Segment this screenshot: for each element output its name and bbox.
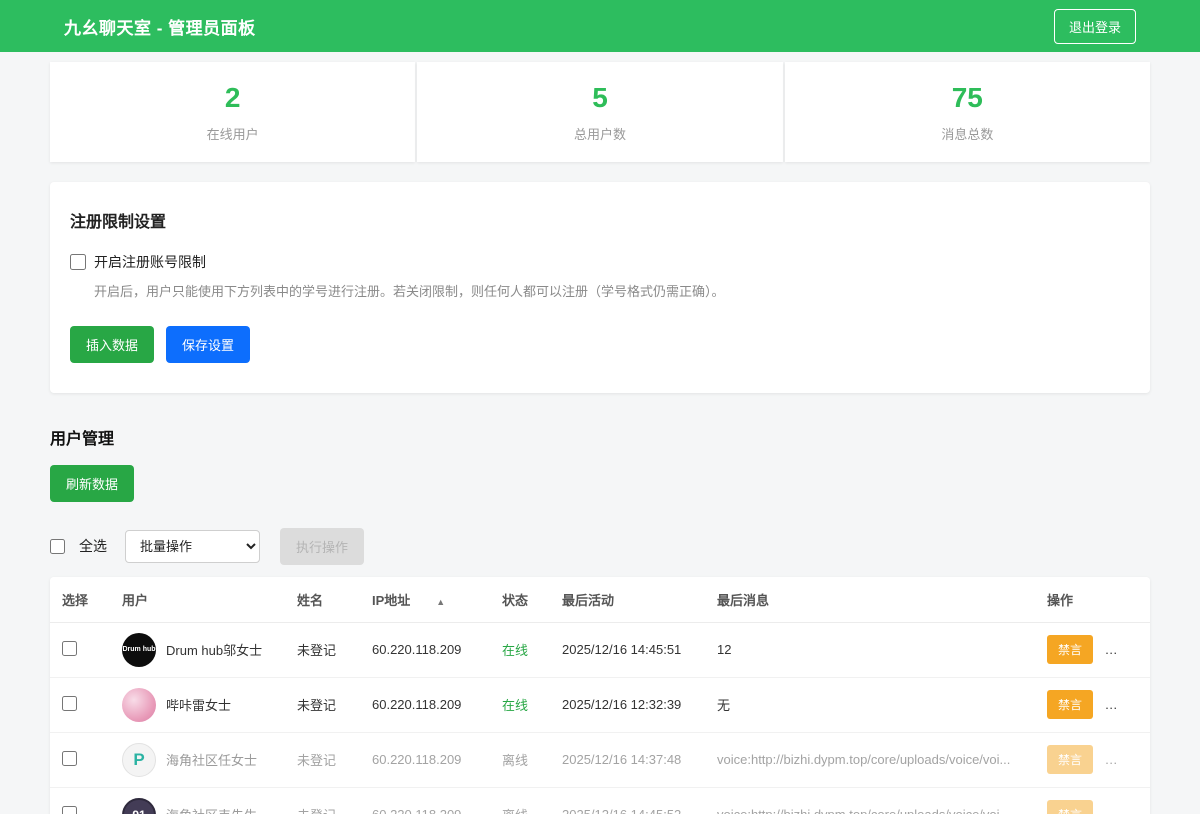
header-select: 选择 [50, 577, 110, 623]
real-name: 未登记 [285, 732, 360, 787]
status-badge: 离线 [490, 732, 550, 787]
ip-address: 60.220.118.209 [360, 622, 490, 677]
header-last-active: 最后活动 [550, 577, 705, 623]
stat-card-total-users: 5 总用户数 [417, 62, 782, 162]
user-management-section: 用户管理 刷新数据 全选 批量操作 执行操作 选择 用户 姓名 [50, 425, 1150, 814]
row-select-checkbox[interactable] [62, 641, 77, 656]
header-user: 用户 [110, 577, 285, 623]
refresh-data-button[interactable]: 刷新数据 [50, 465, 134, 502]
last-message: voice:http://bizhi.dypm.top/core/uploads… [705, 732, 1035, 787]
table-row: Drum hub Drum hub邬女士 未登记 60.220.118.209 … [50, 622, 1150, 677]
registration-settings-card: 注册限制设置 开启注册账号限制 开启后，用户只能使用下方列表中的学号进行注册。若… [50, 182, 1150, 393]
logout-button[interactable]: 退出登录 [1054, 9, 1136, 44]
stat-label: 总用户数 [574, 124, 626, 143]
header-ip[interactable]: IP地址 ▲ [360, 577, 490, 623]
mute-button[interactable]: 禁言 [1047, 745, 1093, 774]
header-last-message: 最后消息 [705, 577, 1035, 623]
ip-address: 60.220.118.209 [360, 677, 490, 732]
stat-card-total-messages: 75 消息总数 [785, 62, 1150, 162]
select-all-label[interactable]: 全选 [79, 536, 107, 556]
user-management-title: 用户管理 [50, 425, 1150, 449]
stat-card-online-users: 2 在线用户 [50, 62, 415, 162]
stat-label: 消息总数 [941, 124, 993, 143]
avatar: 91 [122, 798, 156, 814]
real-name: 未登记 [285, 677, 360, 732]
username: Drum hub邬女士 [166, 640, 262, 659]
row-select-checkbox[interactable] [62, 751, 77, 766]
real-name: 未登记 [285, 622, 360, 677]
ip-address: 60.220.118.209 [360, 787, 490, 814]
registration-limit-label[interactable]: 开启注册账号限制 [94, 252, 206, 272]
avatar: Drum hub [122, 633, 156, 667]
bulk-controls-row: 全选 批量操作 执行操作 [50, 528, 1150, 565]
app-header: 九幺聊天室 - 管理员面板 退出登录 [0, 0, 1200, 52]
select-all-checkbox[interactable] [50, 539, 65, 554]
delete-button[interactable]: 删除 [1105, 800, 1150, 814]
status-badge: 离线 [490, 787, 550, 814]
last-message: voice:http://bizhi.dypm.top/core/uploads… [705, 787, 1035, 814]
ip-address: 60.220.118.209 [360, 732, 490, 787]
delete-button[interactable]: 删除 [1105, 635, 1150, 664]
mute-button[interactable]: 禁言 [1047, 635, 1093, 664]
stat-value: 5 [592, 82, 608, 114]
users-table: 选择 用户 姓名 IP地址 ▲ 状态 最后活动 最后消息 操作 [50, 577, 1150, 814]
row-select-checkbox[interactable] [62, 696, 77, 711]
username: 哔咔雷女士 [166, 695, 231, 714]
delete-button[interactable]: 删除 [1105, 690, 1150, 719]
status-badge: 在线 [490, 677, 550, 732]
header-status: 状态 [490, 577, 550, 623]
header-name: 姓名 [285, 577, 360, 623]
registration-limit-checkbox[interactable] [70, 254, 86, 270]
last-message: 12 [705, 622, 1035, 677]
last-active: 2025/12/16 14:45:52 [550, 787, 705, 814]
table-row: 哔咔雷女士 未登记 60.220.118.209 在线 2025/12/16 1… [50, 677, 1150, 732]
execute-action-button[interactable]: 执行操作 [280, 528, 364, 565]
header-ip-label: IP地址 [372, 593, 410, 608]
sort-ascending-icon[interactable]: ▲ [436, 597, 445, 607]
settings-title: 注册限制设置 [70, 208, 1130, 232]
last-message: 无 [705, 677, 1035, 732]
table-header-row: 选择 用户 姓名 IP地址 ▲ 状态 最后活动 最后消息 操作 [50, 577, 1150, 623]
page-title: 九幺聊天室 - 管理员面板 [64, 14, 256, 39]
insert-data-button[interactable]: 插入数据 [70, 326, 154, 363]
row-select-checkbox[interactable] [62, 806, 77, 814]
username: 海角社区韦先生 [166, 805, 257, 814]
mute-button[interactable]: 禁言 [1047, 690, 1093, 719]
stat-value: 2 [225, 82, 241, 114]
real-name: 未登记 [285, 787, 360, 814]
last-active: 2025/12/16 14:37:48 [550, 732, 705, 787]
avatar: P [122, 743, 156, 777]
mute-button[interactable]: 禁言 [1047, 800, 1093, 814]
header-actions: 操作 [1035, 577, 1150, 623]
table-row: 91 海角社区韦先生 未登记 60.220.118.209 离线 2025/12… [50, 787, 1150, 814]
status-badge: 在线 [490, 622, 550, 677]
delete-button[interactable]: 删除 [1105, 745, 1150, 774]
username: 海角社区任女士 [166, 750, 257, 769]
stats-row: 2 在线用户 5 总用户数 75 消息总数 [50, 62, 1150, 162]
table-row: P 海角社区任女士 未登记 60.220.118.209 离线 2025/12/… [50, 732, 1150, 787]
avatar [122, 688, 156, 722]
bulk-action-select[interactable]: 批量操作 [125, 530, 260, 563]
save-settings-button[interactable]: 保存设置 [166, 326, 250, 363]
stat-value: 75 [952, 82, 983, 114]
settings-help-text: 开启后，用户只能使用下方列表中的学号进行注册。若关闭限制，则任何人都可以注册（学… [94, 282, 1130, 302]
last-active: 2025/12/16 14:45:51 [550, 622, 705, 677]
stat-label: 在线用户 [207, 124, 259, 143]
users-table-card: 选择 用户 姓名 IP地址 ▲ 状态 最后活动 最后消息 操作 [50, 577, 1150, 814]
last-active: 2025/12/16 12:32:39 [550, 677, 705, 732]
